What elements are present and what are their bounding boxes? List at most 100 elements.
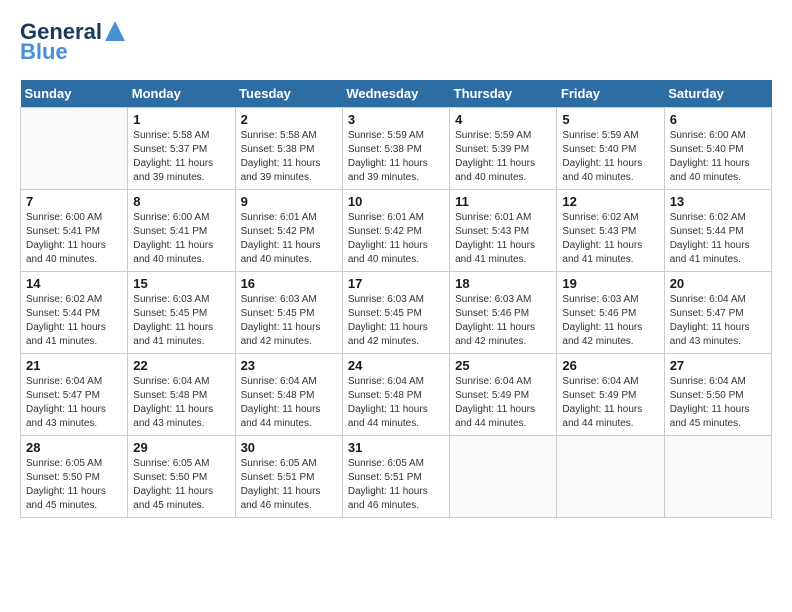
day-number: 1	[133, 112, 229, 127]
header-friday: Friday	[557, 80, 664, 108]
day-info: Sunrise: 6:00 AMSunset: 5:41 PMDaylight:…	[133, 211, 229, 267]
header: General Blue	[20, 20, 772, 64]
day-number: 15	[133, 276, 229, 291]
calendar-week-row: 21 Sunrise: 6:04 AMSunset: 5:47 PMDayligh…	[21, 354, 772, 436]
calendar-cell: 15 Sunrise: 6:03 AMSunset: 5:45 PMDayligh…	[128, 272, 235, 354]
header-thursday: Thursday	[450, 80, 557, 108]
day-number: 27	[670, 358, 766, 373]
calendar-cell: 1 Sunrise: 5:58 AMSunset: 5:37 PMDaylight…	[128, 108, 235, 190]
day-number: 8	[133, 194, 229, 209]
calendar-cell: 29Sunrise: 6:05 AMSunset: 5:50 PMDayligh…	[128, 436, 235, 518]
day-info: Sunrise: 6:04 AMSunset: 5:48 PMDaylight:…	[241, 375, 337, 431]
calendar-cell: 17Sunrise: 6:03 AMSunset: 5:45 PMDayligh…	[342, 272, 449, 354]
day-number: 7	[26, 194, 122, 209]
day-number: 5	[562, 112, 658, 127]
calendar-cell: 21 Sunrise: 6:04 AMSunset: 5:47 PMDayligh…	[21, 354, 128, 436]
calendar-cell: 30Sunrise: 6:05 AMSunset: 5:51 PMDayligh…	[235, 436, 342, 518]
day-number: 13	[670, 194, 766, 209]
day-number: 20	[670, 276, 766, 291]
day-number: 25	[455, 358, 551, 373]
day-number: 29	[133, 440, 229, 455]
day-number: 26	[562, 358, 658, 373]
day-info: Sunrise: 6:03 AMSunset: 5:45 PMDaylight:…	[133, 293, 229, 349]
calendar-cell: 6 Sunrise: 6:00 AMSunset: 5:40 PMDaylight…	[664, 108, 771, 190]
calendar-cell: 8 Sunrise: 6:00 AMSunset: 5:41 PMDaylight…	[128, 190, 235, 272]
calendar-week-row: 28Sunrise: 6:05 AMSunset: 5:50 PMDayligh…	[21, 436, 772, 518]
calendar-cell: 7 Sunrise: 6:00 AMSunset: 5:41 PMDaylight…	[21, 190, 128, 272]
calendar-cell: 23 Sunrise: 6:04 AMSunset: 5:48 PMDayligh…	[235, 354, 342, 436]
calendar-cell: 18 Sunrise: 6:03 AMSunset: 5:46 PMDayligh…	[450, 272, 557, 354]
day-number: 18	[455, 276, 551, 291]
day-number: 4	[455, 112, 551, 127]
header-tuesday: Tuesday	[235, 80, 342, 108]
day-info: Sunrise: 6:04 AMSunset: 5:49 PMDaylight:…	[455, 375, 551, 431]
day-info: Sunrise: 6:00 AMSunset: 5:41 PMDaylight:…	[26, 211, 122, 267]
day-info: Sunrise: 6:02 AMSunset: 5:44 PMDaylight:…	[26, 293, 122, 349]
day-number: 31	[348, 440, 444, 455]
day-number: 30	[241, 440, 337, 455]
calendar-cell: 13 Sunrise: 6:02 AMSunset: 5:44 PMDayligh…	[664, 190, 771, 272]
calendar-cell: 26 Sunrise: 6:04 AMSunset: 5:49 PMDayligh…	[557, 354, 664, 436]
calendar-cell	[557, 436, 664, 518]
day-info: Sunrise: 6:01 AMSunset: 5:43 PMDaylight:…	[455, 211, 551, 267]
day-info: Sunrise: 6:04 AMSunset: 5:47 PMDaylight:…	[670, 293, 766, 349]
day-number: 23	[241, 358, 337, 373]
header-wednesday: Wednesday	[342, 80, 449, 108]
calendar-week-row: 14 Sunrise: 6:02 AMSunset: 5:44 PMDayligh…	[21, 272, 772, 354]
day-info: Sunrise: 6:03 AMSunset: 5:46 PMDaylight:…	[455, 293, 551, 349]
day-info: Sunrise: 6:02 AMSunset: 5:44 PMDaylight:…	[670, 211, 766, 267]
day-info: Sunrise: 6:03 AMSunset: 5:45 PMDaylight:…	[241, 293, 337, 349]
calendar-cell: 24 Sunrise: 6:04 AMSunset: 5:48 PMDayligh…	[342, 354, 449, 436]
day-number: 6	[670, 112, 766, 127]
day-number: 2	[241, 112, 337, 127]
calendar-table: SundayMondayTuesdayWednesdayThursdayFrid…	[20, 80, 772, 518]
day-number: 11	[455, 194, 551, 209]
calendar-cell: 3 Sunrise: 5:59 AMSunset: 5:38 PMDaylight…	[342, 108, 449, 190]
header-monday: Monday	[128, 80, 235, 108]
calendar-cell: 5 Sunrise: 5:59 AMSunset: 5:40 PMDaylight…	[557, 108, 664, 190]
day-info: Sunrise: 5:59 AMSunset: 5:40 PMDaylight:…	[562, 129, 658, 185]
day-info: Sunrise: 5:59 AMSunset: 5:38 PMDaylight:…	[348, 129, 444, 185]
day-info: Sunrise: 6:04 AMSunset: 5:49 PMDaylight:…	[562, 375, 658, 431]
logo-text-blue: Blue	[20, 40, 68, 64]
calendar-cell: 27 Sunrise: 6:04 AMSunset: 5:50 PMDayligh…	[664, 354, 771, 436]
day-number: 22	[133, 358, 229, 373]
day-info: Sunrise: 6:04 AMSunset: 5:47 PMDaylight:…	[26, 375, 122, 431]
day-info: Sunrise: 6:01 AMSunset: 5:42 PMDaylight:…	[241, 211, 337, 267]
day-info: Sunrise: 5:58 AMSunset: 5:37 PMDaylight:…	[133, 129, 229, 185]
calendar-cell: 25 Sunrise: 6:04 AMSunset: 5:49 PMDayligh…	[450, 354, 557, 436]
calendar-cell: 20 Sunrise: 6:04 AMSunset: 5:47 PMDayligh…	[664, 272, 771, 354]
day-number: 3	[348, 112, 444, 127]
calendar-cell	[664, 436, 771, 518]
calendar-cell: 31Sunrise: 6:05 AMSunset: 5:51 PMDayligh…	[342, 436, 449, 518]
header-sunday: Sunday	[21, 80, 128, 108]
day-number: 16	[241, 276, 337, 291]
day-info: Sunrise: 6:01 AMSunset: 5:42 PMDaylight:…	[348, 211, 444, 267]
day-number: 21	[26, 358, 122, 373]
day-info: Sunrise: 6:04 AMSunset: 5:48 PMDaylight:…	[348, 375, 444, 431]
day-number: 17	[348, 276, 444, 291]
calendar-cell: 12Sunrise: 6:02 AMSunset: 5:43 PMDayligh…	[557, 190, 664, 272]
day-info: Sunrise: 6:00 AMSunset: 5:40 PMDaylight:…	[670, 129, 766, 185]
calendar-cell	[21, 108, 128, 190]
calendar-cell: 16 Sunrise: 6:03 AMSunset: 5:45 PMDayligh…	[235, 272, 342, 354]
calendar-cell: 22 Sunrise: 6:04 AMSunset: 5:48 PMDayligh…	[128, 354, 235, 436]
day-number: 10	[348, 194, 444, 209]
day-info: Sunrise: 6:04 AMSunset: 5:50 PMDaylight:…	[670, 375, 766, 431]
calendar-cell: 10 Sunrise: 6:01 AMSunset: 5:42 PMDayligh…	[342, 190, 449, 272]
calendar-cell: 4Sunrise: 5:59 AMSunset: 5:39 PMDaylight…	[450, 108, 557, 190]
calendar-cell: 2 Sunrise: 5:58 AMSunset: 5:38 PMDaylight…	[235, 108, 342, 190]
day-number: 24	[348, 358, 444, 373]
day-info: Sunrise: 6:04 AMSunset: 5:48 PMDaylight:…	[133, 375, 229, 431]
calendar-week-row: 1 Sunrise: 5:58 AMSunset: 5:37 PMDaylight…	[21, 108, 772, 190]
calendar-header-row: SundayMondayTuesdayWednesdayThursdayFrid…	[21, 80, 772, 108]
day-number: 9	[241, 194, 337, 209]
day-number: 14	[26, 276, 122, 291]
day-info: Sunrise: 5:58 AMSunset: 5:38 PMDaylight:…	[241, 129, 337, 185]
day-info: Sunrise: 6:02 AMSunset: 5:43 PMDaylight:…	[562, 211, 658, 267]
page-container: General Blue SundayMondayTuesdayWednesda…	[20, 20, 772, 518]
calendar-cell	[450, 436, 557, 518]
day-number: 19	[562, 276, 658, 291]
day-info: Sunrise: 6:03 AMSunset: 5:46 PMDaylight:…	[562, 293, 658, 349]
day-number: 28	[26, 440, 122, 455]
